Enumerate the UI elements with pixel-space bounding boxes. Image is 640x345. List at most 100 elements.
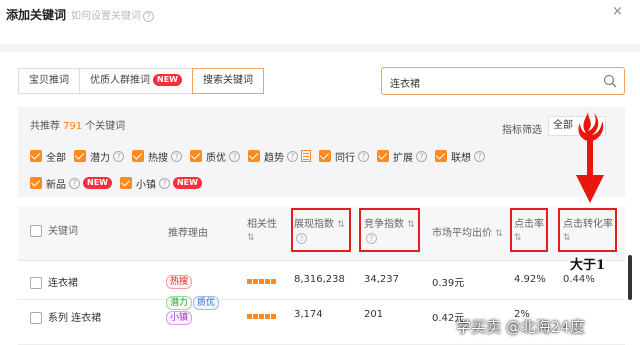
checkbox-label: 热搜 [148, 152, 168, 164]
row-checkbox[interactable] [30, 312, 42, 324]
search-input[interactable]: 连衣裙 [381, 67, 625, 95]
column-reason: 推荐理由 [168, 228, 208, 239]
search-value[interactable]: 连衣裙 [390, 75, 420, 90]
keyword-cell: 系列 连衣裙 [30, 309, 101, 324]
checkbox-checked[interactable] [30, 177, 42, 189]
checkbox-all[interactable]: 全部 [30, 149, 66, 164]
relevance-dot [271, 279, 276, 284]
relevance-dot [247, 314, 252, 319]
highlight-box-impressions [291, 208, 351, 252]
checkbox-checked[interactable] [190, 150, 202, 162]
tab-search-keywords[interactable]: 搜索关键词 [191, 68, 264, 94]
annotation-text: 大于1 [570, 258, 606, 273]
tab-crowd-recommend[interactable]: 优质人群推词 NEW [79, 68, 193, 94]
table-header: 关键词 推荐理由 相关性 ⇅ 展现指数 ⇅? 竞争指数 ⇅? 市场平均出价 ⇅ 点… [18, 206, 625, 261]
checkbox-peer[interactable]: 同行? [319, 149, 369, 164]
checkbox-checked[interactable] [132, 150, 144, 162]
column-label: 相关性 [247, 219, 277, 230]
table-scrollbar[interactable] [628, 255, 632, 300]
relevance-dot [265, 279, 270, 284]
checkbox-checked[interactable] [377, 150, 389, 162]
metric-filter-label: 指标筛选 [502, 125, 542, 136]
highlight-box-ctr [510, 208, 548, 252]
row-checkbox[interactable] [30, 277, 42, 289]
tab-label: 优质人群推词 [90, 75, 150, 86]
competition-value: 34,237 [364, 274, 399, 285]
question-icon: ? [229, 150, 240, 162]
checkbox-quality[interactable]: 质优? [190, 149, 240, 164]
question-icon: ? [358, 150, 369, 162]
dialog-title: 添加关键词 [6, 8, 67, 22]
help-link-text[interactable]: 如何设置关键词 [71, 11, 141, 22]
cvr-value: 0.44% [563, 274, 595, 285]
reason-tag: 潜力 [166, 296, 193, 310]
checkbox-label: 小镇 [135, 179, 156, 191]
checkbox-new-product[interactable]: 新品? NEW [30, 176, 112, 191]
sort-icon[interactable]: ⇅ [247, 233, 255, 243]
checkbox-row: 全部 潜力? 热搜? 质优? 趋势? 同行? 扩展? 联想? [30, 147, 620, 165]
question-icon: ? [69, 177, 80, 189]
checkbox-label: 质优 [206, 152, 226, 164]
reason-tag: 质优 [193, 296, 220, 310]
question-icon: ? [158, 177, 170, 189]
relevance-dot [247, 279, 252, 284]
relevance-bar [247, 314, 277, 319]
question-icon: ? [143, 10, 154, 22]
new-badge: NEW [153, 74, 182, 86]
checkbox-expand[interactable]: 扩展? [377, 149, 427, 164]
help-link[interactable]: 如何设置关键词? [71, 7, 154, 22]
checkbox-label: 全部 [46, 152, 66, 164]
column-avg-bid[interactable]: 市场平均出价 ⇅ [432, 227, 503, 241]
relevance-dot [271, 314, 276, 319]
question-icon: ? [287, 150, 298, 162]
new-badge: NEW [172, 177, 202, 189]
tab-item-recommend[interactable]: 宝贝推词 [18, 68, 80, 94]
relevance-bar [247, 279, 277, 284]
relevance-dot [253, 314, 258, 319]
checkbox-checked[interactable] [435, 150, 447, 162]
reason-tag: 热搜 [166, 275, 193, 289]
impressions-value: 3,174 [294, 309, 323, 320]
keyword-cell: 连衣裙 [30, 274, 78, 289]
reason-tag: 小镇 [166, 311, 193, 325]
close-icon[interactable]: × [612, 4, 623, 19]
checkbox-label: 联想 [451, 152, 471, 164]
question-icon: ? [113, 150, 124, 162]
recommend-tabs: 宝贝推词 优质人群推词 NEW 搜索关键词 [18, 68, 264, 94]
column-relevance[interactable]: 相关性 ⇅ [247, 218, 277, 245]
checkbox-trend[interactable]: 趋势? [248, 149, 311, 164]
tab-label: 宝贝推词 [29, 75, 69, 86]
checkbox-checked[interactable] [30, 150, 42, 162]
reason-checkboxes: 全部 潜力? 热搜? 质优? 趋势? 同行? 扩展? 联想? 新品? NEW 小镇… [30, 147, 620, 201]
tab-label: 搜索关键词 [202, 75, 253, 86]
sort-icon[interactable]: ⇅ [495, 229, 503, 239]
checkbox-label: 潜力 [90, 152, 110, 164]
table-row[interactable]: 连衣裙 热搜 8,316,238 34,237 0.39元 4.92% 0.44… [18, 262, 625, 300]
relevance-dot [253, 279, 258, 284]
relevance-dot [265, 314, 270, 319]
search-icon[interactable] [603, 74, 617, 88]
checkbox-town[interactable]: 小镇? NEW [119, 176, 202, 191]
document-icon[interactable] [301, 150, 311, 162]
checkbox-checked[interactable] [119, 177, 132, 189]
column-keyword: 关键词 [30, 225, 78, 238]
column-label: 关键词 [48, 226, 78, 237]
avg-bid-value: 0.39元 [432, 278, 465, 289]
column-label: 市场平均出价 [432, 228, 492, 239]
reason-cell: 潜力 质优 小镇 [166, 295, 228, 325]
checkbox-hot[interactable]: 热搜? [132, 149, 182, 164]
select-all-checkbox[interactable] [30, 225, 42, 237]
checkbox-potential[interactable]: 潜力? [74, 149, 124, 164]
red-down-arrow-icon [576, 109, 604, 203]
highlight-box-competition [359, 208, 420, 252]
relevance-dot [259, 314, 264, 319]
checkbox-label: 新品 [46, 179, 66, 191]
checkbox-associate[interactable]: 联想? [435, 149, 485, 164]
checkbox-checked[interactable] [319, 150, 331, 162]
ctr-value: 4.92% [514, 274, 546, 285]
reason-cell: 热搜 [166, 274, 193, 289]
checkbox-checked[interactable] [248, 150, 260, 162]
recommend-number: 791 [63, 121, 83, 132]
recommend-count: 共推荐 791 个关键词 [30, 117, 125, 132]
checkbox-checked[interactable] [74, 150, 86, 162]
